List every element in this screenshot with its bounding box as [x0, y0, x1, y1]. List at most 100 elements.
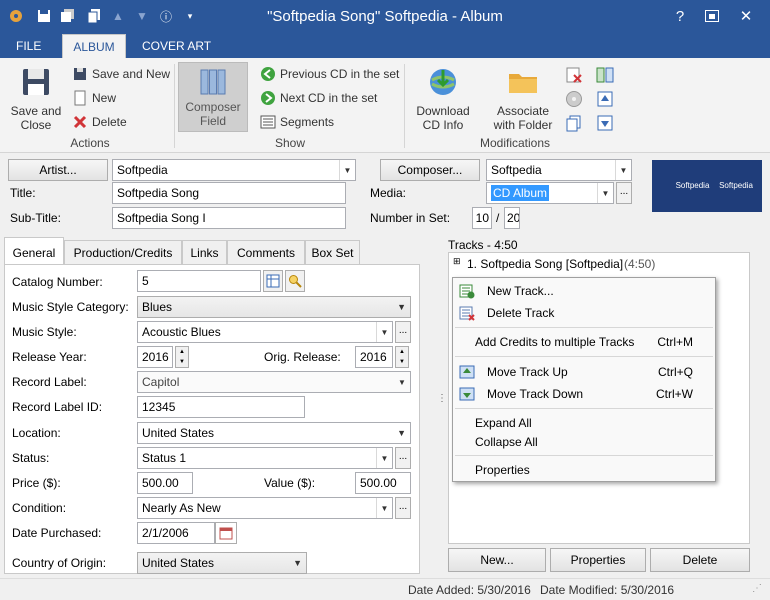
status-combo[interactable]: Status 1 ▼ — [137, 447, 393, 469]
title-field[interactable]: Softpedia Song — [112, 182, 346, 204]
composer-field-button[interactable]: Composer Field — [178, 62, 248, 132]
music-style-more-button[interactable]: ... — [395, 321, 411, 343]
folder-icon — [507, 66, 539, 98]
music-style-combo[interactable]: Acoustic Blues ▼ — [137, 321, 393, 343]
status-more-button[interactable]: ... — [395, 447, 411, 469]
style-category-select[interactable]: Blues ▼ — [137, 296, 411, 318]
close-button[interactable]: ✕ — [730, 0, 762, 32]
remove-image-icon[interactable] — [565, 66, 583, 84]
media-more-button[interactable]: ... — [616, 182, 632, 204]
chevron-down-icon: ▼ — [397, 302, 406, 312]
cd-icon[interactable] — [565, 90, 583, 108]
menu-new-track[interactable]: New Track... — [453, 281, 715, 301]
tab-links[interactable]: Links — [182, 240, 227, 265]
tab-general[interactable]: General — [4, 237, 64, 266]
menu-delete-track-label: Delete Track — [487, 306, 555, 320]
save-new-button[interactable]: Save and New — [70, 64, 170, 84]
catalog-table-icon[interactable] — [263, 270, 283, 292]
previous-cd-button[interactable]: Previous CD in the set — [258, 64, 399, 84]
calendar-icon[interactable] — [215, 522, 237, 544]
date-purchased-field[interactable]: 2/1/2006 — [137, 522, 215, 544]
menu-move-up-label: Move Track Up — [487, 365, 568, 379]
record-label-combo[interactable]: Capitol ▼ — [137, 371, 411, 393]
menu-expand-all[interactable]: Expand All — [453, 413, 715, 433]
chevron-down-icon[interactable]: ▼ — [394, 372, 410, 392]
chevron-down-icon[interactable]: ▼ — [376, 448, 392, 468]
catalog-field[interactable]: 5 — [137, 270, 261, 292]
track-item[interactable]: 1. Softpedia Song [Softpedia] — [467, 257, 623, 271]
copy-icon[interactable] — [565, 114, 583, 132]
menu-separator — [455, 455, 713, 456]
move-up-icon[interactable] — [596, 90, 614, 108]
move-down-icon[interactable] — [596, 114, 614, 132]
tab-box-set[interactable]: Box Set — [305, 240, 360, 265]
menu-collapse-all[interactable]: Collapse All — [453, 432, 715, 452]
chevron-down-icon[interactable]: ▼ — [376, 498, 392, 518]
orig-release-spinner[interactable]: ▲ ▼ — [395, 346, 409, 368]
number-total-field[interactable]: 20 — [504, 207, 520, 229]
save-close-button[interactable]: Save and Close — [8, 62, 64, 132]
date-added: Date Added: 5/30/2016 — [408, 583, 531, 597]
next-cd-button[interactable]: Next CD in the set — [258, 88, 377, 108]
chevron-down-icon[interactable]: ▼ — [597, 183, 613, 203]
release-year-field[interactable]: 2016 — [137, 346, 173, 368]
menu-move-up[interactable]: Move Track Up Ctrl+Q — [453, 362, 715, 382]
composer-button[interactable]: Composer... — [380, 159, 480, 181]
orig-release-field[interactable]: 2016 — [355, 346, 393, 368]
chevron-down-icon[interactable]: ▼ — [339, 160, 355, 180]
segments-button[interactable]: Segments — [258, 112, 334, 132]
delete-track-button[interactable]: Delete — [650, 548, 750, 572]
help-button[interactable]: ? — [664, 0, 696, 32]
cover-thumbnail-back[interactable]: Softpedia — [710, 160, 762, 212]
catalog-search-icon[interactable] — [285, 270, 305, 292]
record-label-id-field[interactable]: 12345 — [137, 396, 305, 418]
price-field[interactable]: 500.00 — [137, 472, 193, 494]
tab-album[interactable]: ALBUM — [62, 34, 126, 58]
restore-button[interactable] — [696, 0, 728, 32]
track-duration: (4:50) — [624, 257, 656, 271]
media-label: Media: — [370, 186, 407, 200]
menu-properties[interactable]: Properties — [453, 460, 715, 480]
window-title: "Softpedia Song" Softpedia - Album — [267, 8, 503, 25]
release-year-spinner[interactable]: ▲ ▼ — [175, 346, 189, 368]
subtitle-field[interactable]: Softpedia Song I — [112, 207, 346, 229]
tab-file[interactable]: FILE — [6, 34, 51, 58]
condition-combo[interactable]: Nearly As New ▼ — [137, 497, 393, 519]
resize-grip[interactable]: ⋰ — [752, 583, 762, 594]
chevron-down-icon[interactable]: ▼ — [615, 160, 631, 180]
new-button[interactable]: New — [70, 88, 116, 108]
ribbon: Save and Close Save and New New Delete A… — [0, 58, 770, 153]
artist-combo[interactable]: Softpedia ▼ — [112, 159, 356, 181]
condition-label: Condition: — [12, 501, 67, 515]
location-label: Location: — [12, 426, 61, 440]
media-combo[interactable]: CD Album ▼ — [486, 182, 614, 204]
tab-comments[interactable]: Comments — [227, 240, 305, 265]
artist-button[interactable]: Artist... — [8, 159, 108, 181]
tab-cover-art[interactable]: COVER ART — [132, 34, 221, 58]
menu-move-down[interactable]: Move Track Down Ctrl+W — [453, 384, 715, 404]
country-select[interactable]: United States ▼ — [137, 552, 307, 574]
chevron-down-icon: ▼ — [397, 428, 406, 438]
condition-more-button[interactable]: ... — [395, 497, 411, 519]
menu-add-credits-shortcut: Ctrl+M — [657, 335, 693, 349]
splitter-handle[interactable]: ⋮ — [437, 394, 447, 404]
composer-combo[interactable]: Softpedia ▼ — [486, 159, 632, 181]
track-properties-button[interactable]: Properties — [550, 548, 646, 572]
download-cd-info-button[interactable]: Download CD Info — [410, 62, 476, 132]
delete-button[interactable]: Delete — [70, 112, 127, 132]
tab-production-credits[interactable]: Production/Credits — [64, 240, 182, 265]
value-field[interactable]: 500.00 — [355, 472, 411, 494]
menu-delete-track[interactable]: Delete Track — [453, 303, 715, 323]
new-track-icon — [459, 283, 475, 305]
expand-icon[interactable]: ⊞ — [453, 256, 461, 267]
chevron-down-icon[interactable]: ▼ — [376, 322, 392, 342]
value-label: Value ($): — [264, 476, 316, 490]
menu-add-credits[interactable]: Add Credits to multiple Tracks Ctrl+M — [453, 332, 715, 352]
sort-icon[interactable] — [596, 66, 614, 84]
associate-folder-button[interactable]: Associate with Folder — [488, 62, 558, 132]
location-select[interactable]: United States ▼ — [137, 422, 411, 444]
number-field[interactable]: 10 — [472, 207, 492, 229]
save-icon — [20, 66, 52, 98]
delete-icon — [72, 114, 88, 130]
new-track-button[interactable]: New... — [448, 548, 546, 572]
